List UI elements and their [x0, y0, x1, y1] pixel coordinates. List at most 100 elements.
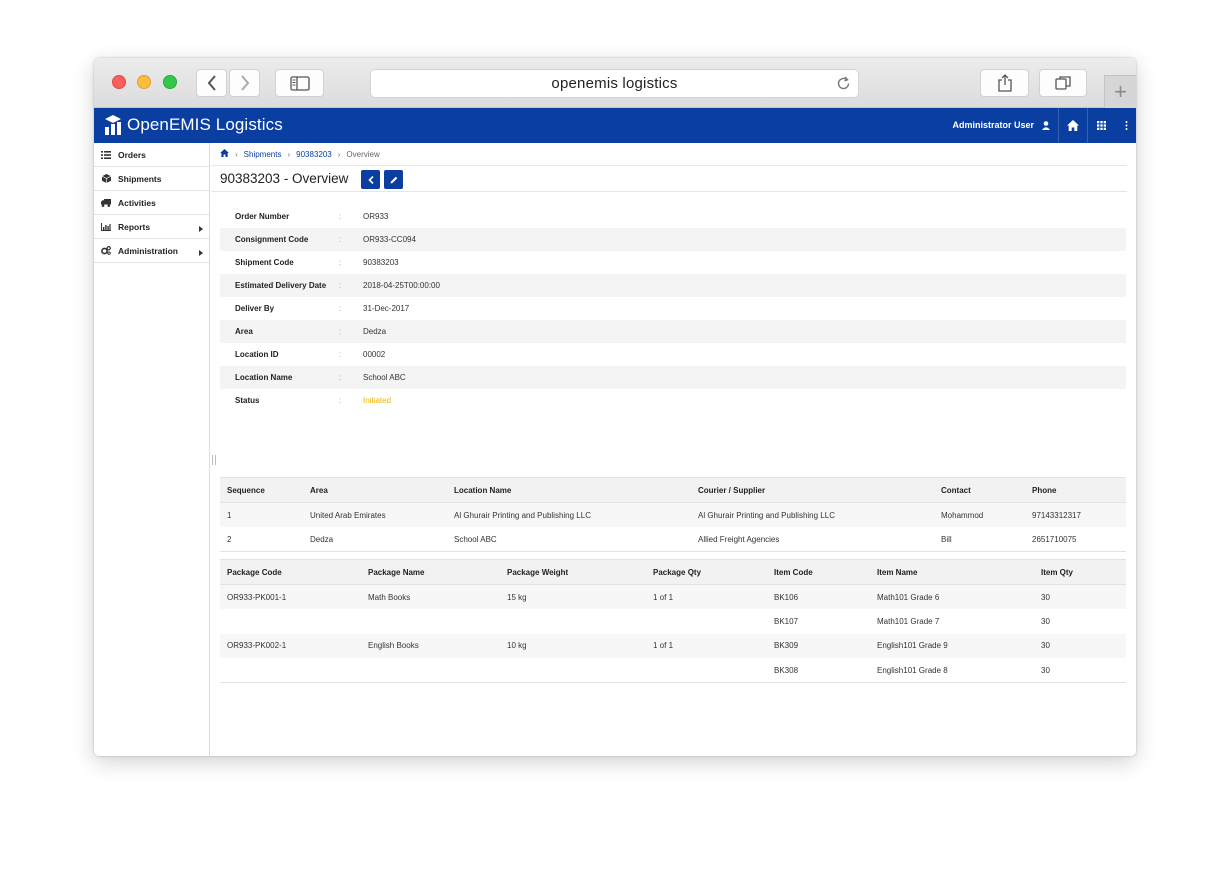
table-row: 2 Dedza School ABC Allied Freight Agenci… [220, 527, 1126, 552]
zoom-window-button[interactable] [163, 75, 177, 89]
truck-icon [101, 198, 111, 207]
browser-toolbar: openemis logistics + [94, 58, 1136, 108]
table-cell: Math101 Grade 6 [870, 584, 1034, 609]
table-cell [220, 609, 361, 634]
sidebar-item-label: Orders [118, 149, 146, 160]
breadcrumb-shipments[interactable]: Shipments [244, 150, 282, 159]
bar-chart-icon [101, 222, 111, 231]
breadcrumb-home[interactable] [220, 149, 229, 159]
share-icon [997, 74, 1012, 92]
table-cell: Al Ghurair Printing and Publishing LLC [691, 502, 934, 527]
table-cell [220, 658, 361, 683]
detail-colon: : [339, 396, 342, 405]
new-tab-button[interactable]: + [1104, 75, 1136, 108]
chevron-right-icon [240, 75, 249, 91]
sidebar-item-label: Activities [118, 197, 156, 208]
detail-row: Order Number : OR933 [220, 205, 1126, 228]
main-content: › Shipments › 90383203 › Overview 903832… [211, 143, 1136, 756]
sidebar-item-label: Reports [118, 221, 151, 232]
table-cell: 97143312317 [1025, 502, 1126, 527]
table-cell [361, 658, 500, 683]
tabs-icon [1055, 76, 1071, 90]
detail-value: OR933-CC094 [363, 235, 416, 244]
sidebar-item-reports[interactable]: Reports [94, 215, 209, 239]
sidebar-item-administration[interactable]: Administration [94, 239, 209, 263]
breadcrumb-shipment-code[interactable]: 90383203 [296, 150, 332, 159]
detail-value: School ABC [363, 373, 406, 382]
column-header: Sequence [220, 477, 303, 503]
detail-colon: : [339, 304, 342, 313]
sidebar-item-activities[interactable]: Activities [94, 191, 209, 215]
browser-window: openemis logistics + OpenEMIS Logistics [94, 58, 1136, 756]
home-button[interactable] [1059, 108, 1087, 143]
reload-icon [837, 76, 850, 90]
table-cell: OR933-PK002-1 [220, 633, 361, 658]
detail-value: OR933 [363, 212, 389, 221]
detail-colon: : [339, 373, 342, 382]
table-cell: United Arab Emirates [303, 502, 447, 527]
sidebar-item-orders[interactable]: Orders [94, 143, 209, 167]
back-button[interactable] [196, 69, 227, 97]
sidebar-item-label: Administration [118, 245, 178, 256]
sidebar-item-shipments[interactable]: Shipments [94, 167, 209, 191]
user-menu[interactable]: Administrator User [952, 120, 1050, 130]
detail-colon: : [339, 327, 342, 336]
table-cell: 1 [220, 502, 303, 527]
page-title: 90383203 - Overview [220, 171, 349, 186]
reload-button[interactable] [835, 75, 852, 96]
column-header: Package Weight [500, 559, 646, 585]
back-list-button[interactable] [361, 170, 380, 189]
tabs-overview-button[interactable] [1039, 69, 1087, 97]
table-cell [361, 609, 500, 634]
table-cell: 2 [220, 527, 303, 552]
table-row: BK107 Math101 Grade 7 30 [220, 609, 1126, 634]
detail-label: Status [235, 396, 260, 405]
detail-colon: : [339, 281, 342, 290]
sidebar-item-label: Shipments [118, 173, 162, 184]
home-icon [1067, 120, 1079, 131]
table-header-row: Package Code Package Name Package Weight… [220, 559, 1126, 585]
column-header: Location Name [447, 477, 691, 503]
resize-handle[interactable] [212, 455, 216, 465]
table-row: OR933-PK001-1 Math Books 15 kg 1 of 1 BK… [220, 584, 1126, 609]
table-cell: English Books [361, 633, 500, 658]
column-header: Contact [934, 477, 1025, 503]
detail-label: Deliver By [235, 304, 275, 313]
address-bar[interactable]: openemis logistics [370, 69, 859, 98]
user-name: Administrator User [952, 120, 1034, 130]
detail-colon: : [339, 235, 342, 244]
table-cell [646, 658, 767, 683]
package-table: Package Code Package Name Package Weight… [220, 559, 1126, 683]
address-text: openemis logistics [551, 75, 678, 92]
table-cell: BK308 [767, 658, 870, 683]
detail-row: Location Name : School ABC [220, 366, 1126, 389]
forward-button[interactable] [229, 69, 260, 97]
share-button[interactable] [980, 69, 1029, 97]
table-cell: Dedza [303, 527, 447, 552]
app-header: OpenEMIS Logistics Administrator User [94, 108, 1136, 143]
apps-button[interactable] [1087, 108, 1115, 143]
table-cell: 30 [1041, 616, 1050, 626]
table-cell: 1 of 1 [646, 633, 767, 658]
breadcrumb-separator-icon: › [287, 149, 291, 159]
table-cell: 10 kg [500, 633, 646, 658]
edit-button[interactable] [384, 170, 403, 189]
status-badge: Initiated [363, 396, 392, 405]
column-header: Phone [1025, 477, 1126, 503]
home-icon [220, 149, 229, 157]
table-cell: Al Ghurair Printing and Publishing LLC [447, 502, 691, 527]
minimize-window-button[interactable] [137, 75, 151, 89]
sidebar-toggle-button[interactable] [275, 69, 324, 97]
app-brand[interactable]: OpenEMIS Logistics [103, 113, 283, 137]
column-header: Area [303, 477, 447, 503]
sidebar-nav: Orders Shipments Activities Reports Admi… [94, 143, 210, 756]
breadcrumb-separator-icon: › [235, 149, 238, 159]
plus-icon: + [1114, 79, 1127, 104]
caret-right-icon [199, 224, 203, 234]
openemis-logo-icon [105, 115, 121, 135]
close-window-button[interactable] [112, 75, 126, 89]
table-cell: 30 [1034, 658, 1126, 683]
more-menu-button[interactable] [1116, 108, 1136, 143]
table-cell: Math Books [361, 584, 500, 609]
column-header: Item Name [870, 559, 1034, 585]
